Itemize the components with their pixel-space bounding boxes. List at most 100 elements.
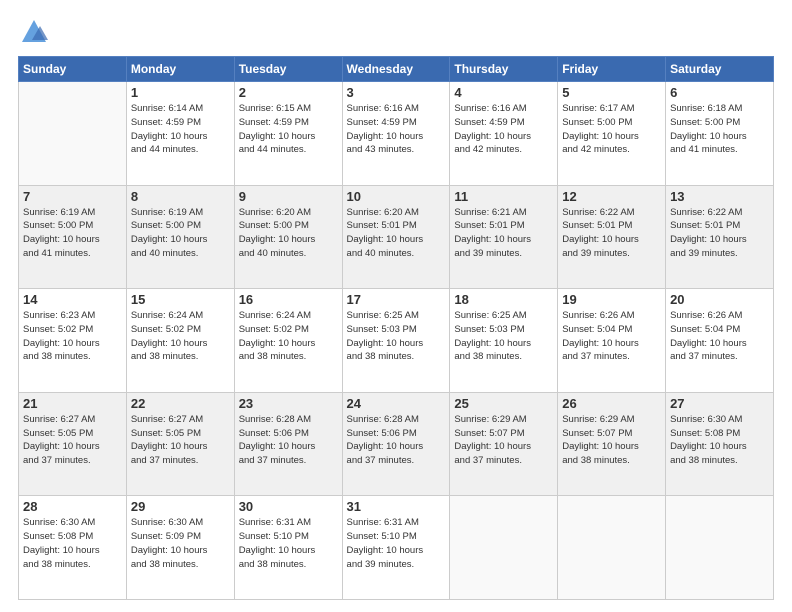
day-info: Sunrise: 6:23 AM Sunset: 5:02 PM Dayligh…	[23, 309, 122, 364]
day-number: 22	[131, 396, 230, 411]
day-info: Sunrise: 6:27 AM Sunset: 5:05 PM Dayligh…	[131, 413, 230, 468]
weekday-header-saturday: Saturday	[666, 57, 774, 82]
day-number: 17	[347, 292, 446, 307]
day-info: Sunrise: 6:20 AM Sunset: 5:01 PM Dayligh…	[347, 206, 446, 261]
calendar-week-row: 14 Sunrise: 6:23 AM Sunset: 5:02 PM Dayli…	[19, 289, 774, 393]
calendar-week-row: 28Sunrise: 6:30 AM Sunset: 5:08 PM Dayli…	[19, 496, 774, 600]
day-info: Sunrise: 6:16 AM Sunset: 4:59 PM Dayligh…	[347, 102, 446, 157]
calendar-cell: 29 Sunrise: 6:30 AM Sunset: 5:09 PM Dayli…	[126, 496, 234, 600]
calendar-cell: 25 Sunrise: 6:29 AM Sunset: 5:07 PM Dayli…	[450, 392, 558, 496]
calendar-cell: 28Sunrise: 6:30 AM Sunset: 5:08 PM Dayli…	[19, 496, 127, 600]
day-number: 29	[131, 499, 230, 514]
day-number: 24	[347, 396, 446, 411]
calendar-cell: 18 Sunrise: 6:25 AM Sunset: 5:03 PM Dayli…	[450, 289, 558, 393]
day-info: Sunrise: 6:26 AM Sunset: 5:04 PM Dayligh…	[562, 309, 661, 364]
day-number: 6	[670, 85, 769, 100]
logo	[18, 18, 48, 46]
calendar-cell: 17Sunrise: 6:25 AM Sunset: 5:03 PM Dayli…	[342, 289, 450, 393]
calendar-cell: 27 Sunrise: 6:30 AM Sunset: 5:08 PM Dayli…	[666, 392, 774, 496]
calendar-week-row: 21 Sunrise: 6:27 AM Sunset: 5:05 PM Dayli…	[19, 392, 774, 496]
day-number: 23	[239, 396, 338, 411]
calendar-cell: 30 Sunrise: 6:31 AM Sunset: 5:10 PM Dayli…	[234, 496, 342, 600]
day-info: Sunrise: 6:15 AM Sunset: 4:59 PM Dayligh…	[239, 102, 338, 157]
calendar-cell	[450, 496, 558, 600]
day-number: 20	[670, 292, 769, 307]
header	[18, 18, 774, 46]
day-info: Sunrise: 6:27 AM Sunset: 5:05 PM Dayligh…	[23, 413, 122, 468]
day-number: 2	[239, 85, 338, 100]
calendar-cell: 14 Sunrise: 6:23 AM Sunset: 5:02 PM Dayli…	[19, 289, 127, 393]
calendar-cell: 22 Sunrise: 6:27 AM Sunset: 5:05 PM Dayli…	[126, 392, 234, 496]
calendar-cell: 2 Sunrise: 6:15 AM Sunset: 4:59 PM Daylig…	[234, 82, 342, 186]
calendar-cell: 6 Sunrise: 6:18 AM Sunset: 5:00 PM Daylig…	[666, 82, 774, 186]
calendar-cell: 1 Sunrise: 6:14 AM Sunset: 4:59 PM Daylig…	[126, 82, 234, 186]
weekday-header-friday: Friday	[558, 57, 666, 82]
calendar-cell: 20 Sunrise: 6:26 AM Sunset: 5:04 PM Dayli…	[666, 289, 774, 393]
day-number: 1	[131, 85, 230, 100]
calendar-cell: 13Sunrise: 6:22 AM Sunset: 5:01 PM Dayli…	[666, 185, 774, 289]
calendar-cell: 31 Sunrise: 6:31 AM Sunset: 5:10 PM Dayli…	[342, 496, 450, 600]
day-info: Sunrise: 6:24 AM Sunset: 5:02 PM Dayligh…	[131, 309, 230, 364]
day-info: Sunrise: 6:20 AM Sunset: 5:00 PM Dayligh…	[239, 206, 338, 261]
day-info: Sunrise: 6:28 AM Sunset: 5:06 PM Dayligh…	[347, 413, 446, 468]
calendar-cell: 12 Sunrise: 6:22 AM Sunset: 5:01 PM Dayli…	[558, 185, 666, 289]
day-number: 25	[454, 396, 553, 411]
day-info: Sunrise: 6:18 AM Sunset: 5:00 PM Dayligh…	[670, 102, 769, 157]
calendar-cell: 19 Sunrise: 6:26 AM Sunset: 5:04 PM Dayli…	[558, 289, 666, 393]
day-info: Sunrise: 6:29 AM Sunset: 5:07 PM Dayligh…	[562, 413, 661, 468]
calendar-week-row: 1 Sunrise: 6:14 AM Sunset: 4:59 PM Daylig…	[19, 82, 774, 186]
day-info: Sunrise: 6:31 AM Sunset: 5:10 PM Dayligh…	[347, 516, 446, 571]
calendar-cell: 23 Sunrise: 6:28 AM Sunset: 5:06 PM Dayli…	[234, 392, 342, 496]
calendar-cell: 26 Sunrise: 6:29 AM Sunset: 5:07 PM Dayli…	[558, 392, 666, 496]
day-info: Sunrise: 6:24 AM Sunset: 5:02 PM Dayligh…	[239, 309, 338, 364]
calendar-cell: 7 Sunrise: 6:19 AM Sunset: 5:00 PM Daylig…	[19, 185, 127, 289]
calendar-cell: 21 Sunrise: 6:27 AM Sunset: 5:05 PM Dayli…	[19, 392, 127, 496]
day-number: 16	[239, 292, 338, 307]
calendar-cell: 3 Sunrise: 6:16 AM Sunset: 4:59 PM Daylig…	[342, 82, 450, 186]
day-info: Sunrise: 6:21 AM Sunset: 5:01 PM Dayligh…	[454, 206, 553, 261]
calendar-week-row: 7 Sunrise: 6:19 AM Sunset: 5:00 PM Daylig…	[19, 185, 774, 289]
day-number: 7	[23, 189, 122, 204]
day-info: Sunrise: 6:19 AM Sunset: 5:00 PM Dayligh…	[131, 206, 230, 261]
day-number: 31	[347, 499, 446, 514]
day-info: Sunrise: 6:31 AM Sunset: 5:10 PM Dayligh…	[239, 516, 338, 571]
day-number: 26	[562, 396, 661, 411]
day-number: 19	[562, 292, 661, 307]
day-number: 18	[454, 292, 553, 307]
day-number: 4	[454, 85, 553, 100]
day-number: 10	[347, 189, 446, 204]
day-number: 11	[454, 189, 553, 204]
day-number: 27	[670, 396, 769, 411]
day-number: 8	[131, 189, 230, 204]
weekday-header-thursday: Thursday	[450, 57, 558, 82]
weekday-header-wednesday: Wednesday	[342, 57, 450, 82]
day-info: Sunrise: 6:26 AM Sunset: 5:04 PM Dayligh…	[670, 309, 769, 364]
page: SundayMondayTuesdayWednesdayThursdayFrid…	[0, 0, 792, 612]
day-info: Sunrise: 6:30 AM Sunset: 5:09 PM Dayligh…	[131, 516, 230, 571]
day-number: 12	[562, 189, 661, 204]
calendar-cell: 10 Sunrise: 6:20 AM Sunset: 5:01 PM Dayli…	[342, 185, 450, 289]
day-number: 9	[239, 189, 338, 204]
calendar-cell: 24 Sunrise: 6:28 AM Sunset: 5:06 PM Dayli…	[342, 392, 450, 496]
day-number: 5	[562, 85, 661, 100]
calendar-table: SundayMondayTuesdayWednesdayThursdayFrid…	[18, 56, 774, 600]
day-number: 28	[23, 499, 122, 514]
calendar-cell: 15 Sunrise: 6:24 AM Sunset: 5:02 PM Dayli…	[126, 289, 234, 393]
weekday-header-tuesday: Tuesday	[234, 57, 342, 82]
day-number: 15	[131, 292, 230, 307]
day-info: Sunrise: 6:29 AM Sunset: 5:07 PM Dayligh…	[454, 413, 553, 468]
day-number: 21	[23, 396, 122, 411]
day-info: Sunrise: 6:28 AM Sunset: 5:06 PM Dayligh…	[239, 413, 338, 468]
day-info: Sunrise: 6:25 AM Sunset: 5:03 PM Dayligh…	[454, 309, 553, 364]
day-info: Sunrise: 6:16 AM Sunset: 4:59 PM Dayligh…	[454, 102, 553, 157]
day-info: Sunrise: 6:19 AM Sunset: 5:00 PM Dayligh…	[23, 206, 122, 261]
logo-icon	[20, 18, 48, 46]
weekday-header-monday: Monday	[126, 57, 234, 82]
day-number: 14	[23, 292, 122, 307]
day-number: 30	[239, 499, 338, 514]
day-info: Sunrise: 6:30 AM Sunset: 5:08 PM Dayligh…	[670, 413, 769, 468]
calendar-cell: 4 Sunrise: 6:16 AM Sunset: 4:59 PM Daylig…	[450, 82, 558, 186]
day-number: 3	[347, 85, 446, 100]
day-info: Sunrise: 6:22 AM Sunset: 5:01 PM Dayligh…	[562, 206, 661, 261]
day-info: Sunrise: 6:14 AM Sunset: 4:59 PM Dayligh…	[131, 102, 230, 157]
